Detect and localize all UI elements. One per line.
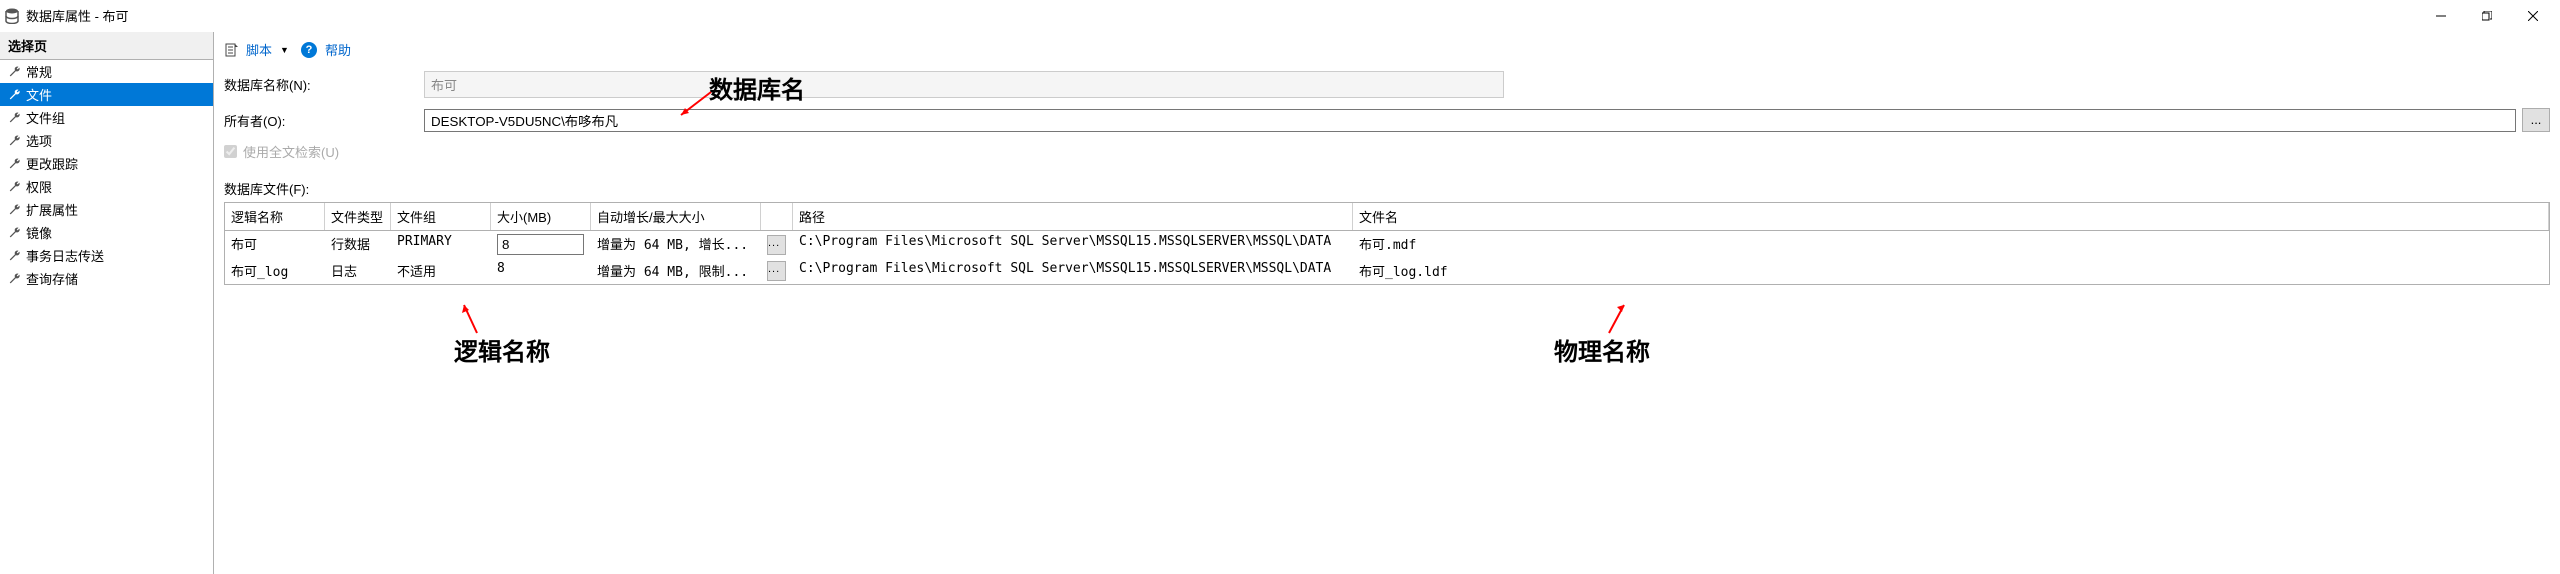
files-grid: 逻辑名称 文件类型 文件组 大小(MB) 自动增长/最大大小 路径 文件名 布可… [224,202,2550,285]
database-icon [4,8,20,24]
help-button[interactable]: 帮助 [325,40,351,59]
annotation-logical: 逻辑名称 [454,332,550,367]
toolbar: 脚本 ▼ ? 帮助 [224,36,2550,67]
minimize-button[interactable] [2418,1,2464,31]
annotation-physical: 物理名称 [1554,332,1650,367]
title-bar: 数据库属性 - 布可 [0,0,2560,32]
col-path-header[interactable]: 路径 [793,203,1353,230]
col-size-header[interactable]: 大小(MB) [491,203,591,230]
wrench-icon [8,249,22,263]
fulltext-checkbox [224,145,237,158]
sidebar-item-2[interactable]: 文件组 [0,106,213,129]
sidebar-item-8[interactable]: 事务日志传送 [0,244,213,267]
col-autogrow-header[interactable]: 自动增长/最大大小 [591,203,761,230]
sidebar-item-9[interactable]: 查询存储 [0,267,213,290]
window-controls [2418,1,2556,31]
wrench-icon [8,272,22,286]
wrench-icon [8,157,22,171]
col-type-header[interactable]: 文件类型 [325,203,391,230]
files-section-label: 数据库文件(F): [224,179,2550,198]
sidebar-header: 选择页 [0,32,213,60]
sidebar-item-label: 查询存储 [26,269,78,288]
cell-type: 行数据 [325,231,391,258]
cell-path: C:\Program Files\Microsoft SQL Server\MS… [793,258,1353,284]
wrench-icon [8,134,22,148]
cell-type: 日志 [325,258,391,284]
col-filename-header[interactable]: 文件名 [1353,203,2549,230]
script-icon [224,42,240,58]
cell-path: C:\Program Files\Microsoft SQL Server\MS… [793,231,1353,258]
table-row[interactable]: 布可_log日志不适用8增量为 64 MB, 限制...... C:\Progra… [225,258,2549,284]
dbname-label: 数据库名称(N): [224,75,424,94]
wrench-icon [8,88,22,102]
owner-row: 所有者(O): ... [224,108,2550,132]
sidebar-item-label: 常规 [26,62,52,81]
help-icon: ? [301,42,317,58]
sidebar: 选择页 常规文件文件组选项更改跟踪权限扩展属性镜像事务日志传送查询存储 [0,32,214,574]
script-dropdown-arrow[interactable]: ▼ [280,45,289,55]
wrench-icon [8,203,22,217]
autogrow-edit-button[interactable]: ... [767,261,786,281]
owner-field[interactable] [424,109,2516,132]
col-autogrow-btn-header [761,203,793,230]
col-group-header[interactable]: 文件组 [391,203,491,230]
sidebar-item-label: 文件组 [26,108,65,127]
cell-filename: 布可.mdf [1353,231,2549,258]
close-button[interactable] [2510,1,2556,31]
arrow-physical [1604,300,1634,336]
dbname-field: 布可 [424,71,1504,98]
sidebar-item-label: 事务日志传送 [26,246,104,265]
cell-group: 不适用 [391,258,491,284]
sidebar-item-1[interactable]: 文件 [0,83,213,106]
cell-autogrow-btn: ... [761,231,793,258]
sidebar-item-label: 镜像 [26,223,52,242]
fulltext-row: 使用全文检索(U) [224,142,2550,161]
cell-autogrow: 增量为 64 MB, 增长... [591,231,761,258]
autogrow-edit-button[interactable]: ... [767,235,786,255]
wrench-icon [8,226,22,240]
sidebar-item-7[interactable]: 镜像 [0,221,213,244]
sidebar-item-0[interactable]: 常规 [0,60,213,83]
sidebar-item-5[interactable]: 权限 [0,175,213,198]
dbname-row: 数据库名称(N): 布可 [224,71,2550,98]
sidebar-item-3[interactable]: 选项 [0,129,213,152]
owner-browse-button[interactable]: ... [2522,108,2550,132]
wrench-icon [8,65,22,79]
wrench-icon [8,111,22,125]
col-logical-header[interactable]: 逻辑名称 [225,203,325,230]
cell-logical: 布可_log [225,258,325,284]
script-button[interactable]: 脚本 [246,40,272,59]
cell-size [491,231,591,258]
sidebar-item-6[interactable]: 扩展属性 [0,198,213,221]
grid-header: 逻辑名称 文件类型 文件组 大小(MB) 自动增长/最大大小 路径 文件名 [225,203,2549,231]
cell-size: 8 [491,258,591,284]
size-input[interactable] [497,234,584,255]
fulltext-label: 使用全文检索(U) [243,142,339,161]
sidebar-item-4[interactable]: 更改跟踪 [0,152,213,175]
cell-autogrow-btn: ... [761,258,793,284]
owner-label: 所有者(O): [224,111,424,130]
content-pane: 脚本 ▼ ? 帮助 数据库名称(N): 布可 所有者(O): ... 使用全文检… [214,32,2560,574]
cell-filename: 布可_log.ldf [1353,258,2549,284]
sidebar-item-label: 权限 [26,177,52,196]
wrench-icon [8,180,22,194]
arrow-logical [459,300,489,336]
sidebar-item-label: 选项 [26,131,52,150]
window-title: 数据库属性 - 布可 [26,6,2418,25]
sidebar-item-label: 扩展属性 [26,200,78,219]
cell-group: PRIMARY [391,231,491,258]
sidebar-item-label: 文件 [26,85,52,104]
sidebar-item-label: 更改跟踪 [26,154,78,173]
maximize-button[interactable] [2464,1,2510,31]
cell-autogrow: 增量为 64 MB, 限制... [591,258,761,284]
table-row[interactable]: 布可行数据PRIMARY 增量为 64 MB, 增长...... C:\Progra… [225,231,2549,258]
cell-logical: 布可 [225,231,325,258]
